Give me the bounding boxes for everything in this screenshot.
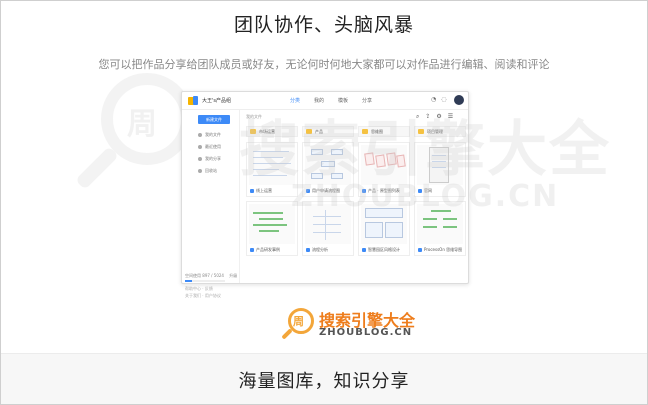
card-title-text: 产品研发事例	[256, 247, 280, 252]
file-type-icon	[250, 248, 254, 252]
sidebar-footer-about[interactable]: 关于我们 · 用户协议	[185, 293, 221, 299]
section-headline: 团队协作、头脑风暴	[233, 14, 414, 36]
page: 团队协作、头脑风暴 您可以把作品分享给团队成员或好友，无论何时何地大家都可以对作…	[0, 0, 648, 405]
card-title-text: ProcessOn 思维导图	[424, 247, 463, 252]
card-title: ProcessOn 思维导图	[418, 247, 462, 253]
logo-sub: ZHOUBLOG.CN	[319, 327, 413, 338]
trash-icon	[198, 169, 202, 173]
card-title: 流程分析	[306, 247, 328, 253]
folder-icon	[198, 133, 202, 137]
storage-text: 空间使用 897 / 5024	[185, 273, 224, 278]
card-title-text: 智慧园区风格设计	[368, 247, 400, 252]
file-type-icon	[418, 248, 422, 252]
storage-usage: 空间使用 897 / 5024 升级	[185, 273, 237, 279]
footer-title: 海量图库，知识分享	[238, 371, 410, 392]
card-title-text: 流程分析	[312, 247, 328, 252]
sidebar-item-recent[interactable]: 最近使用	[198, 144, 221, 150]
storage-bar-fill	[185, 280, 193, 282]
sidebar-item-label: 我的文件	[205, 132, 221, 137]
sidebar-item-label: 最近使用	[205, 144, 221, 149]
app-logo-icon-secondary	[193, 96, 198, 105]
clock-icon	[198, 145, 202, 149]
card-title-text: 线上运营	[256, 188, 272, 193]
file-type-icon	[306, 248, 310, 252]
sidebar-item-trash[interactable]: 回收站	[198, 168, 217, 174]
share-icon	[198, 157, 202, 161]
card-title: 智慧园区风格设计	[362, 247, 400, 253]
logo-magnifier-handle	[281, 328, 293, 340]
sidebar-item-label: 回收站	[205, 168, 217, 173]
card-title: 线上运营	[250, 188, 272, 194]
section-description: 您可以把作品分享给团队成员或好友，无论何时何地大家都可以对作品进行编辑、阅读和评…	[98, 58, 550, 71]
watermark-sub: ZHOUBLOG.CN	[291, 179, 560, 214]
watermark-magnifier-handle	[75, 146, 119, 190]
watermark-text: 搜索引擎大全	[239, 115, 611, 185]
new-file-button[interactable]: 新建文件	[198, 115, 230, 124]
watermark-circle-char: 周	[127, 107, 157, 142]
hero-section: 团队协作、头脑风暴 您可以把作品分享给团队成员或好友，无论何时何地大家都可以对作…	[1, 1, 647, 353]
sidebar-item-my-files[interactable]: 我的文件	[198, 132, 221, 138]
file-type-icon	[250, 189, 254, 193]
card-thumbnail	[249, 204, 295, 244]
file-type-icon	[362, 248, 366, 252]
app-brand: 大王's产品组	[202, 98, 231, 104]
upgrade-link[interactable]: 升级	[229, 273, 237, 278]
storage-bar	[185, 280, 225, 282]
sidebar-item-shared[interactable]: 我的分享	[198, 156, 221, 162]
card-title: 产品研发事例	[250, 247, 280, 253]
sidebar-item-label: 我的分享	[205, 156, 221, 161]
sidebar-footer-help[interactable]: 帮助中心 · 反馈	[185, 286, 213, 292]
logo-circle-char: 周	[293, 315, 304, 328]
app-sidebar: 新建文件 我的文件 最近使用 我的分享 回收站 空间使用 897 / 5024 …	[182, 110, 240, 298]
